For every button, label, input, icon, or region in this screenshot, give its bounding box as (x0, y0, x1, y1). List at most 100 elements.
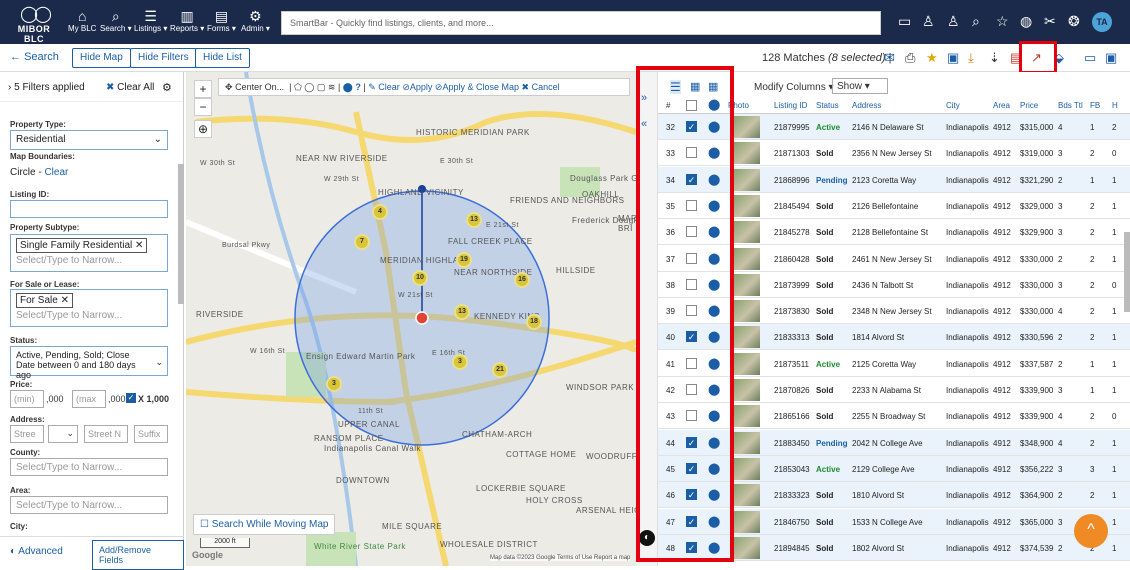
polygon-icon[interactable]: ⬠ (294, 82, 302, 92)
map-cluster-marker[interactable]: 3 (326, 376, 342, 392)
filters-applied-toggle[interactable]: › 5 Filters applied (8, 82, 85, 93)
download-icon[interactable]: ⤓ (968, 50, 974, 66)
subtype-chip[interactable]: Single Family Residential ✕ (16, 238, 148, 253)
email-icon[interactable]: ✉ (884, 50, 895, 66)
nav-my-blc[interactable]: ⌂ My BLC (68, 8, 96, 33)
col-price[interactable]: Price (1020, 101, 1038, 110)
zoom-out-button[interactable]: − (194, 98, 212, 116)
user-add-icon[interactable]: ♙ (947, 13, 960, 30)
map-clear-button[interactable]: ✎ Clear (368, 82, 400, 92)
advanced-toggle[interactable]: ◐ Advanced (10, 546, 63, 557)
smartbar-input[interactable]: SmartBar - Quickly find listings, client… (281, 11, 881, 35)
zoom-extent-icon[interactable]: ⊕ (194, 120, 212, 138)
price-min-input[interactable]: (min) (10, 390, 44, 408)
star-icon[interactable]: ★ (926, 50, 938, 66)
listing-id[interactable]: 21871303 (774, 149, 810, 158)
col-fb[interactable]: FB (1090, 101, 1100, 110)
mibor-blc-logo[interactable]: ◯◯ MIBOR BLC (8, 6, 60, 44)
listing-photo[interactable] (734, 168, 760, 191)
listing-id[interactable]: 21883450 (774, 439, 810, 448)
listing-id[interactable]: 21846750 (774, 518, 810, 527)
nav-listings[interactable]: ☰ Listings ▾ (134, 8, 167, 33)
col-area[interactable]: Area (993, 101, 1010, 110)
listing-id[interactable]: 21873511 (774, 360, 809, 369)
listing-photo[interactable] (734, 510, 760, 533)
sale-lease-field[interactable]: For Sale ✕ Select/Type to Narrow... (10, 289, 168, 327)
hide-list-button[interactable]: Hide List (195, 48, 250, 68)
map-attribution[interactable]: Map data ©2023 Google Terms of Use Repor… (490, 555, 631, 561)
zoom-in-button[interactable]: + (194, 80, 212, 98)
listing-photo[interactable] (734, 326, 760, 349)
save-icon[interactable]: ▣ (947, 50, 959, 66)
listing-id[interactable]: 21865166 (774, 412, 810, 421)
street-name-input[interactable]: Street N (84, 425, 128, 443)
listing-photo[interactable] (734, 221, 760, 244)
layers-icon[interactable]: ≋ (328, 82, 336, 92)
map-cancel-button[interactable]: ✖ Cancel (522, 82, 560, 92)
modify-columns-dropdown[interactable]: Modify Columns ▾ (754, 82, 834, 93)
listing-id[interactable]: 21873999 (774, 281, 810, 290)
magnify-icon[interactable]: ⌕ (972, 13, 980, 30)
map-cluster-marker[interactable]: 4 (372, 204, 388, 220)
listing-photo[interactable] (734, 431, 760, 454)
star-icon[interactable]: ☆ (996, 13, 1009, 30)
listing-photo[interactable] (734, 247, 760, 270)
listing-photo[interactable] (734, 457, 760, 480)
map-cluster-marker[interactable]: 13 (466, 212, 482, 228)
map-cluster-marker[interactable]: 18 (526, 314, 542, 330)
map-panel[interactable]: HISTORIC MERIDIAN PARK NEAR NW RIVERSIDE… (186, 72, 636, 566)
map-cluster-marker[interactable]: 3 (452, 354, 468, 370)
rectangle-icon[interactable]: ▢ (317, 82, 326, 92)
listing-id[interactable]: 21879995 (774, 123, 810, 132)
listing-id[interactable]: 21860428 (774, 255, 810, 264)
col-city[interactable]: City (946, 101, 960, 110)
hide-filters-button[interactable]: Hide Filters (130, 48, 197, 68)
listing-id-input[interactable] (10, 200, 168, 218)
listing-photo[interactable] (734, 405, 760, 428)
show-select[interactable]: Show ▾ (832, 78, 888, 94)
street-suffix-input[interactable]: Suffix (134, 425, 168, 443)
map-cluster-marker[interactable]: 16 (514, 272, 530, 288)
nav-forms[interactable]: ▤ Forms ▾ (207, 8, 236, 33)
map-cluster-marker[interactable]: 21 (492, 362, 508, 378)
listing-photo[interactable] (734, 379, 760, 401)
listing-photo[interactable] (734, 116, 760, 138)
listing-photo[interactable] (734, 484, 760, 507)
listing-id[interactable]: 21868996 (774, 176, 810, 185)
property-subtype-field[interactable]: Single Family Residential ✕ Select/Type … (10, 234, 168, 272)
contacts-icon[interactable]: ♙ (922, 13, 935, 30)
clear-all-button[interactable]: ✖ Clear All (106, 82, 154, 93)
gear-icon[interactable]: ⚙ (162, 81, 172, 94)
map-cluster-marker[interactable]: 19 (456, 252, 472, 268)
listing-photo[interactable] (734, 536, 760, 559)
listing-id[interactable]: 21833323 (774, 491, 810, 500)
help-icon[interactable]: ? (355, 82, 361, 92)
listing-id[interactable]: 21894845 (774, 544, 810, 553)
price-max-input[interactable]: (max (72, 390, 106, 408)
for-sale-chip[interactable]: For Sale ✕ (16, 293, 73, 308)
print-icon[interactable]: ⎙ (905, 50, 915, 66)
scroll-to-top-button[interactable]: ^ (1074, 514, 1108, 548)
map-apply-button[interactable]: ⊘Apply (402, 82, 432, 92)
folder-icon[interactable]: ▭ (898, 13, 911, 30)
price-multiplier-checkbox[interactable]: ✓ (126, 393, 136, 403)
status-select[interactable]: Active, Pending, Sold; Close Date betwee… (10, 346, 168, 380)
search-while-moving-checkbox[interactable]: ☐ Search While Moving Map (193, 514, 336, 535)
col-address[interactable]: Address (852, 101, 881, 110)
property-type-select[interactable]: Residential ⌄ (10, 130, 168, 150)
listing-id[interactable]: 21845278 (774, 228, 810, 237)
nav-reports[interactable]: ▥ Reports ▾ (170, 8, 204, 33)
listing-photo[interactable] (734, 300, 760, 323)
listing-photo[interactable] (734, 352, 760, 375)
listing-id[interactable]: 21845494 (774, 202, 810, 211)
listing-photo[interactable] (734, 142, 760, 165)
listing-id[interactable]: 21870826 (774, 386, 810, 395)
back-to-search-link[interactable]: ← Search (10, 51, 59, 63)
col-status[interactable]: Status (816, 101, 839, 110)
listing-photo[interactable] (734, 194, 760, 217)
filters-scrollbar[interactable] (178, 164, 184, 304)
help-icon[interactable]: ❂ (1068, 13, 1080, 30)
col-listing-id[interactable]: Listing ID (774, 101, 807, 110)
direction-select[interactable]: ⌄ (48, 425, 78, 443)
grid-scrollbar[interactable] (1124, 232, 1130, 312)
